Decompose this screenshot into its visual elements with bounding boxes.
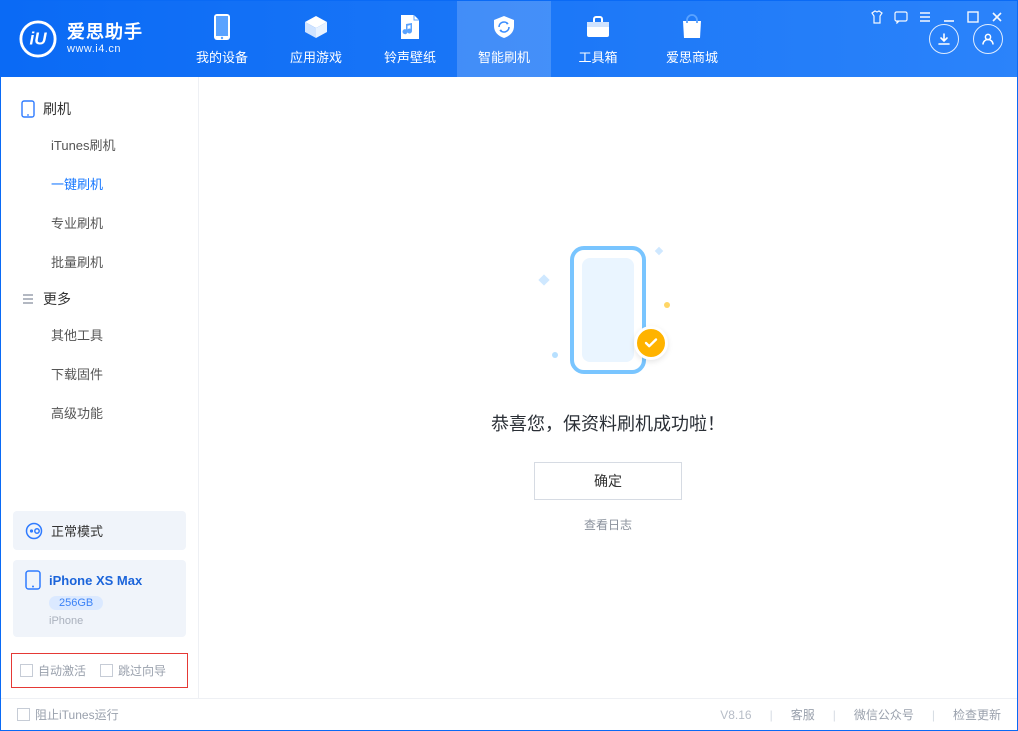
svg-text:iU: iU <box>29 30 47 49</box>
phone-icon <box>208 13 236 41</box>
checkbox-icon <box>17 708 30 721</box>
brand-url: www.i4.cn <box>67 43 143 55</box>
nav-label: 我的设备 <box>196 47 248 66</box>
phone-outline-icon <box>21 100 35 118</box>
device-card[interactable]: iPhone XS Max 256GB iPhone <box>13 560 186 637</box>
nav-smart-flash[interactable]: 智能刷机 <box>457 1 551 77</box>
checkbox-icon <box>20 664 33 677</box>
shopping-bag-icon <box>678 13 706 41</box>
sidebar-item-advanced[interactable]: 高级功能 <box>1 393 198 432</box>
sidebar-item-oneclick-flash[interactable]: 一键刷机 <box>1 164 198 203</box>
dot-icon <box>664 302 670 308</box>
nav-toolbox[interactable]: 工具箱 <box>551 1 645 77</box>
device-mode-label: 正常模式 <box>51 521 103 540</box>
maximize-button[interactable] <box>966 10 980 24</box>
nav-my-device[interactable]: 我的设备 <box>175 1 269 77</box>
separator: | <box>833 708 836 722</box>
sidebar-group-label: 刷机 <box>43 99 71 119</box>
device-phone-icon <box>25 570 41 590</box>
separator: | <box>770 708 773 722</box>
downloads-button[interactable] <box>929 24 959 54</box>
footer-link-update[interactable]: 检查更新 <box>953 706 1001 723</box>
nav-label: 应用游戏 <box>290 47 342 66</box>
device-capacity-badge: 256GB <box>49 596 103 610</box>
checkbox-label: 跳过向导 <box>118 662 166 679</box>
tshirt-icon[interactable] <box>870 10 884 24</box>
checkbox-label: 自动激活 <box>38 662 86 679</box>
separator: | <box>932 708 935 722</box>
options-highlight-box: 自动激活 跳过向导 <box>11 653 188 688</box>
checkbox-auto-activate[interactable]: 自动激活 <box>20 662 86 679</box>
sparkle-icon <box>538 274 549 285</box>
footer-link-support[interactable]: 客服 <box>791 706 815 723</box>
status-bar: 阻止iTunes运行 V8.16 | 客服 | 微信公众号 | 检查更新 <box>1 698 1017 730</box>
phone-shape-icon <box>570 246 646 374</box>
checkbox-label: 阻止iTunes运行 <box>35 706 119 723</box>
sidebar-group-flash: 刷机 <box>1 91 198 125</box>
refresh-shield-icon <box>490 13 518 41</box>
sidebar-item-download-firmware[interactable]: 下载固件 <box>1 354 198 393</box>
version-label: V8.16 <box>720 708 751 722</box>
checkbox-skip-guide[interactable]: 跳过向导 <box>100 662 166 679</box>
menu-icon[interactable] <box>918 10 932 24</box>
app-logo-icon: iU <box>19 20 57 58</box>
sidebar-item-other-tools[interactable]: 其他工具 <box>1 315 198 354</box>
device-name: iPhone XS Max <box>49 573 142 588</box>
success-check-badge-icon <box>634 326 668 360</box>
sidebar-item-pro-flash[interactable]: 专业刷机 <box>1 203 198 242</box>
confirm-button[interactable]: 确定 <box>534 462 682 500</box>
main-nav: 我的设备 应用游戏 铃声壁纸 智能刷机 工具箱 爱思商城 <box>175 1 739 77</box>
nav-ringtones-wallpapers[interactable]: 铃声壁纸 <box>363 1 457 77</box>
sidebar-group-label: 更多 <box>43 289 71 309</box>
music-file-icon <box>396 13 424 41</box>
brand-block: iU 爱思助手 www.i4.cn <box>1 1 161 77</box>
close-button[interactable] <box>990 10 1004 24</box>
toolbox-icon <box>584 13 612 41</box>
sidebar: 刷机 iTunes刷机 一键刷机 专业刷机 批量刷机 更多 其他工具 下载固件 … <box>1 77 199 698</box>
list-icon <box>21 292 35 306</box>
footer-link-wechat[interactable]: 微信公众号 <box>854 706 914 723</box>
minimize-button[interactable] <box>942 10 956 24</box>
feedback-icon[interactable] <box>894 10 908 24</box>
cube-icon <box>302 13 330 41</box>
checkbox-icon <box>100 664 113 677</box>
device-subtype: iPhone <box>49 615 174 627</box>
sidebar-item-batch-flash[interactable]: 批量刷机 <box>1 242 198 281</box>
success-illustration <box>538 242 678 382</box>
window-controls <box>870 10 1004 24</box>
sidebar-group-more: 更多 <box>1 281 198 315</box>
nav-store[interactable]: 爱思商城 <box>645 1 739 77</box>
view-log-link[interactable]: 查看日志 <box>584 516 632 533</box>
nav-apps-games[interactable]: 应用游戏 <box>269 1 363 77</box>
account-button[interactable] <box>973 24 1003 54</box>
main-content: 恭喜您，保资料刷机成功啦！ 确定 查看日志 <box>199 77 1017 698</box>
title-bar: iU 爱思助手 www.i4.cn 我的设备 应用游戏 铃声壁纸 智能刷机 工具… <box>1 1 1017 77</box>
mode-normal-icon <box>25 522 43 540</box>
success-message: 恭喜您，保资料刷机成功啦！ <box>491 410 725 436</box>
nav-label: 工具箱 <box>578 47 617 66</box>
nav-label: 爱思商城 <box>666 47 718 66</box>
checkbox-block-itunes[interactable]: 阻止iTunes运行 <box>17 706 119 723</box>
nav-label: 智能刷机 <box>478 47 530 66</box>
device-mode-card[interactable]: 正常模式 <box>13 511 186 550</box>
sparkle-icon <box>655 247 663 255</box>
nav-label: 铃声壁纸 <box>384 47 436 66</box>
dot-icon <box>552 352 558 358</box>
sidebar-item-itunes-flash[interactable]: iTunes刷机 <box>1 125 198 164</box>
brand-name: 爱思助手 <box>67 23 143 43</box>
